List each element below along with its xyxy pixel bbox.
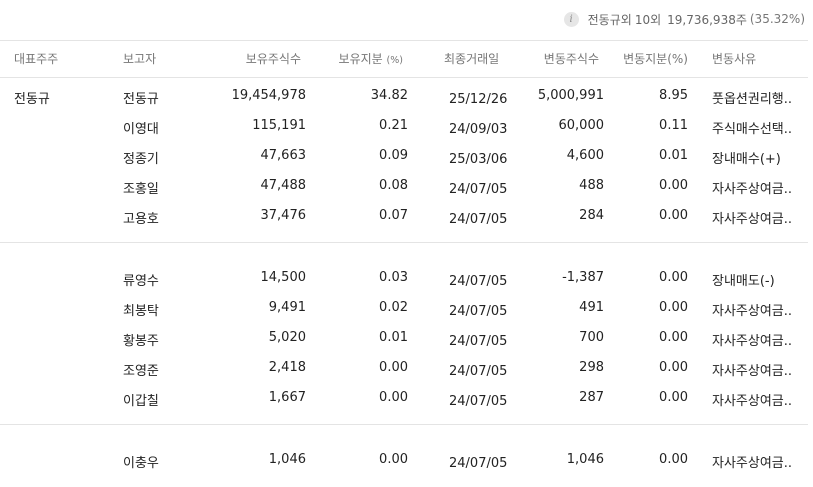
reporter-cell: 조홍일	[123, 182, 159, 197]
change-pct-cell: 0.00	[659, 360, 688, 375]
header-reason: 변동사유	[712, 52, 757, 66]
shares-cell: 115,191	[252, 118, 306, 133]
reason-cell[interactable]: 장내매도(-)	[712, 270, 798, 289]
reason-cell[interactable]: 자사주상여금..	[712, 300, 798, 319]
reporter-cell: 이영대	[123, 122, 159, 137]
last-date-cell: 24/07/05	[449, 456, 508, 471]
header-major: 대표주주	[14, 52, 59, 66]
ratio-cell: 0.00	[379, 390, 408, 405]
change-shares-cell: 60,000	[558, 118, 605, 133]
reason-cell[interactable]: 자사주상여금..	[712, 208, 798, 227]
reporter-cell: 조영준	[123, 364, 159, 379]
ratio-cell: 0.09	[379, 148, 408, 163]
reason-cell[interactable]: 주식매수선택..	[712, 118, 798, 137]
change-pct-cell: 0.00	[659, 330, 688, 345]
reporter-cell: 최봉탁	[123, 304, 159, 319]
reporter-cell: 전동규	[123, 92, 159, 107]
last-date-cell: 24/07/05	[449, 212, 508, 227]
summary-holder: 전동규외	[587, 12, 632, 27]
header-ratio-label: 보유지분	[338, 52, 383, 66]
ratio-cell: 34.82	[370, 88, 408, 103]
group-divider	[0, 242, 808, 243]
major-holder-cell: 전동규	[14, 92, 50, 107]
last-date-cell: 25/03/06	[449, 152, 508, 167]
last-date-cell: 24/07/05	[449, 182, 508, 197]
change-pct-cell: 0.00	[659, 390, 688, 405]
reason-cell[interactable]: 자사주상여금..	[712, 390, 798, 409]
reason-cell[interactable]: 자사주상여금..	[712, 360, 798, 379]
reason-cell[interactable]: 자사주상여금..	[712, 330, 798, 349]
header-change-shares: 변동주식수	[543, 52, 599, 66]
info-icon[interactable]: i	[563, 11, 579, 27]
header-reporter: 보고자	[123, 52, 157, 66]
ratio-cell: 0.07	[379, 208, 408, 223]
change-shares-cell: 284	[579, 208, 604, 223]
change-shares-cell: 488	[579, 178, 604, 193]
reason-cell[interactable]: 장내매수(+)	[712, 148, 798, 167]
reporter-cell: 황봉주	[123, 334, 159, 349]
change-pct-cell: 0.00	[659, 178, 688, 193]
ratio-cell: 0.03	[379, 270, 408, 285]
shares-cell: 5,020	[268, 330, 306, 345]
shares-cell: 19,454,978	[231, 88, 306, 103]
shares-cell: 2,418	[268, 360, 306, 375]
holder-summary: i 전동규외 10외 19,736,938주 (35.32%)	[563, 9, 805, 29]
change-shares-cell: 700	[579, 330, 604, 345]
ratio-cell: 0.00	[379, 452, 408, 467]
header-last-date: 최종거래일	[444, 52, 500, 66]
last-date-cell: 25/12/26	[449, 92, 508, 107]
change-pct-cell: 0.00	[659, 300, 688, 315]
ratio-cell: 0.00	[379, 360, 408, 375]
shares-cell: 47,488	[260, 178, 307, 193]
reason-cell[interactable]: 풋옵션권리행..	[712, 88, 798, 107]
shares-cell: 47,663	[260, 148, 307, 163]
last-date-cell: 24/07/05	[449, 304, 508, 319]
reporter-cell: 고용호	[123, 212, 159, 227]
change-pct-cell: 0.00	[659, 452, 688, 467]
header-ratio: 보유지분 (%)	[339, 41, 403, 77]
change-shares-cell: 5,000,991	[537, 88, 604, 103]
change-shares-cell: -1,387	[562, 270, 604, 285]
header-change-pct: 변동지분(%)	[623, 52, 688, 66]
change-pct-cell: 0.00	[659, 270, 688, 285]
summary-shares: 19,736,938주	[667, 12, 747, 27]
shares-cell: 1,667	[268, 390, 306, 405]
change-pct-cell: 8.95	[659, 88, 688, 103]
change-pct-cell: 0.00	[659, 208, 688, 223]
change-pct-cell: 0.01	[659, 148, 688, 163]
shares-cell: 1,046	[268, 452, 306, 467]
ratio-cell: 0.21	[379, 118, 408, 133]
summary-count: 10외	[634, 12, 662, 27]
change-pct-cell: 0.11	[659, 118, 688, 133]
group-divider	[0, 424, 808, 425]
header-shares: 보유주식수	[245, 52, 301, 66]
summary-percent: (35.32%)	[749, 12, 805, 26]
change-shares-cell: 298	[579, 360, 604, 375]
shares-cell: 37,476	[260, 208, 307, 223]
reporter-cell: 이갑칠	[123, 394, 159, 409]
reporter-cell: 류영수	[123, 274, 159, 289]
change-shares-cell: 4,600	[566, 148, 604, 163]
ratio-cell: 0.02	[379, 300, 408, 315]
reason-cell[interactable]: 자사주상여금..	[712, 178, 798, 197]
ratio-cell: 0.01	[379, 330, 408, 345]
change-shares-cell: 1,046	[566, 452, 604, 467]
last-date-cell: 24/07/05	[449, 334, 508, 349]
header-ratio-unit: (%)	[386, 55, 403, 66]
shares-cell: 14,500	[260, 270, 307, 285]
last-date-cell: 24/07/05	[449, 394, 508, 409]
reason-cell[interactable]: 자사주상여금..	[712, 452, 798, 471]
last-date-cell: 24/07/05	[449, 274, 508, 289]
change-shares-cell: 287	[579, 390, 604, 405]
last-date-cell: 24/07/05	[449, 364, 508, 379]
reporter-cell: 이충우	[123, 456, 159, 471]
reporter-cell: 정종기	[123, 152, 159, 167]
shares-cell: 9,491	[268, 300, 306, 315]
change-shares-cell: 491	[579, 300, 604, 315]
last-date-cell: 24/09/03	[449, 122, 508, 137]
ratio-cell: 0.08	[379, 178, 408, 193]
table-header: 대표주주 보고자 보유주식수 보유지분 (%) 최종거래일 변동주식수 변동지분…	[0, 40, 808, 78]
